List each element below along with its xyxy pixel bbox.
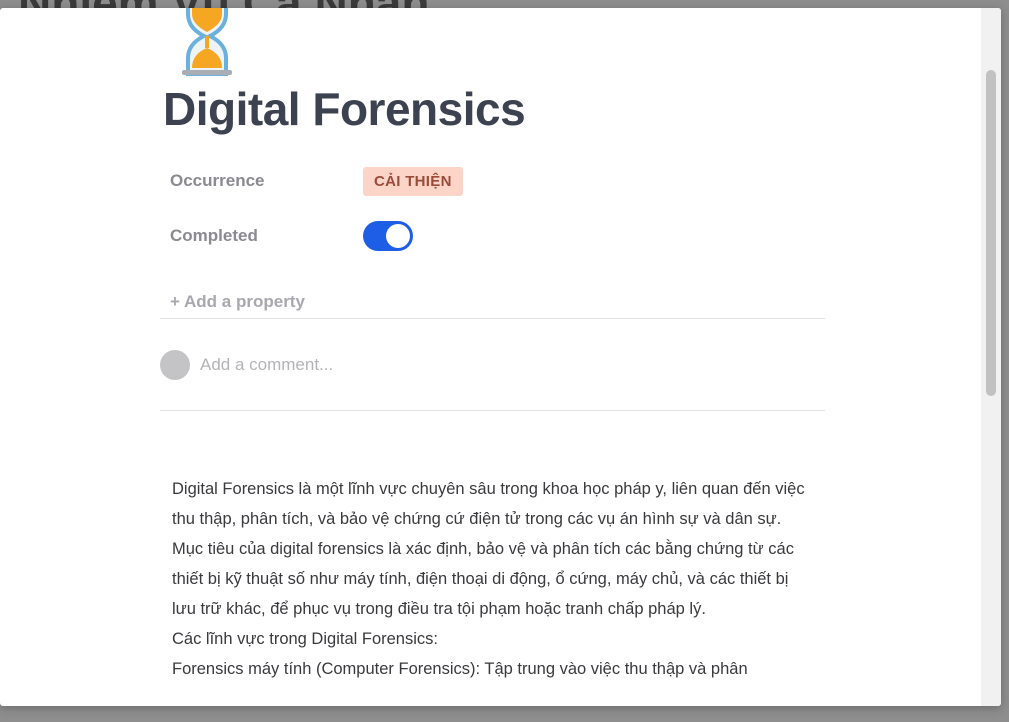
occurrence-tag[interactable]: CẢI THIỆN bbox=[363, 166, 463, 196]
scrollbar-thumb[interactable] bbox=[986, 70, 996, 396]
content-paragraph[interactable]: Các lĩnh vực trong Digital Forensics: bbox=[172, 624, 812, 654]
content-paragraph[interactable]: Forensics máy tính (Computer Forensics):… bbox=[172, 654, 812, 684]
comment-input[interactable] bbox=[200, 355, 760, 375]
divider bbox=[160, 410, 825, 411]
completed-toggle[interactable] bbox=[363, 221, 413, 251]
toggle-knob bbox=[386, 224, 410, 248]
content-paragraph[interactable]: Digital Forensics là một lĩnh vực chuyên… bbox=[172, 474, 812, 624]
scrollbar[interactable] bbox=[981, 8, 1001, 706]
comment-row bbox=[160, 350, 760, 380]
avatar bbox=[160, 350, 190, 380]
page-title[interactable]: Digital Forensics bbox=[163, 82, 526, 136]
property-occurrence: Occurrence CẢI THIỆN bbox=[170, 163, 463, 199]
page-content[interactable]: Digital Forensics là một lĩnh vực chuyên… bbox=[172, 474, 812, 684]
add-property-button[interactable]: + Add a property bbox=[170, 292, 305, 312]
property-label-completed[interactable]: Completed bbox=[170, 226, 363, 246]
property-label-occurrence[interactable]: Occurrence bbox=[170, 171, 363, 191]
property-completed: Completed bbox=[170, 218, 413, 254]
page-modal: Digital Forensics Occurrence CẢI THIỆN C… bbox=[0, 8, 1001, 706]
divider bbox=[160, 318, 825, 319]
hourglass-icon[interactable] bbox=[174, 8, 240, 76]
